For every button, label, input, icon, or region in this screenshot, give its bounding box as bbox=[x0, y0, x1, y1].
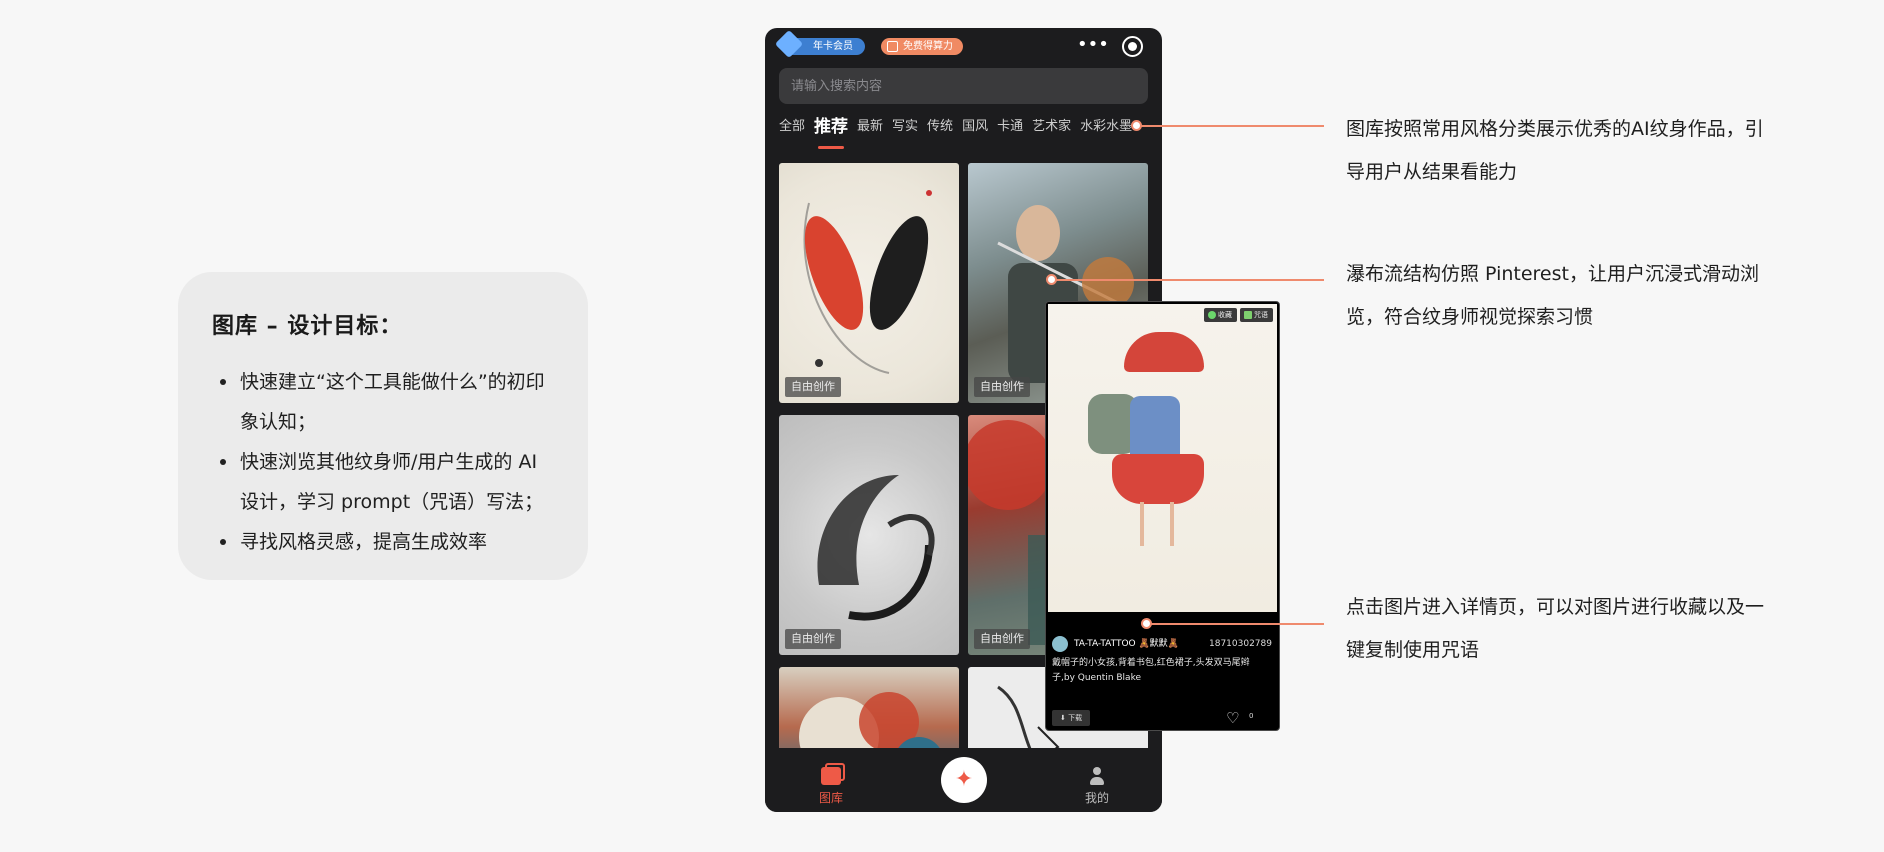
goal-item: 寻找风格灵感，提高生成效率 bbox=[212, 522, 558, 562]
tab-latest[interactable]: 最新 bbox=[857, 116, 883, 138]
user-id: 18710302789 bbox=[1209, 639, 1272, 649]
card-label: 自由创作 bbox=[974, 629, 1030, 649]
more-menu-icon[interactable]: ••• bbox=[1077, 36, 1109, 56]
tab-recommended[interactable]: 推荐 bbox=[814, 116, 848, 149]
card-label: 自由创作 bbox=[974, 377, 1030, 397]
user-icon bbox=[1088, 767, 1106, 785]
username: TA-TA-TATTOO 🧸默默🧸 bbox=[1074, 639, 1179, 649]
detail-meta: TA-TA-TATTOO 🧸默默🧸 18710302789 戴帽子的小女孩,背着… bbox=[1052, 636, 1272, 686]
gallery-card-skull[interactable] bbox=[779, 667, 959, 748]
design-goals-card: 图库 – 设计目标： 快速建立“这个工具能做什么”的初印象认知； 快速浏览其他纹… bbox=[178, 272, 588, 580]
goals-title: 图库 – 设计目标： bbox=[212, 314, 403, 339]
tab-realistic[interactable]: 写实 bbox=[892, 116, 918, 138]
free-credits-label: 免费得算力 bbox=[903, 41, 953, 52]
skull-artwork bbox=[799, 692, 940, 748]
legs-shape bbox=[1140, 502, 1174, 546]
vip-badge[interactable]: 年卡会员 bbox=[774, 29, 865, 59]
annotation-connector bbox=[1146, 623, 1324, 625]
miniprogram-close-icon[interactable] bbox=[1122, 36, 1143, 57]
detail-user-row: TA-TA-TATTOO 🧸默默🧸 18710302789 bbox=[1052, 636, 1272, 652]
tabbar-me[interactable]: 我的 bbox=[1075, 761, 1119, 806]
heart-icon[interactable]: ♡ bbox=[1226, 710, 1242, 726]
bottom-tabbar: 图库 ✦ 我的 bbox=[765, 753, 1162, 812]
annotation-dot bbox=[1131, 120, 1142, 131]
image-detail-popup: 收藏 咒语 TA-TA-TATTOO 🧸默默🧸 18710302789 戴帽子的… bbox=[1045, 301, 1280, 731]
annotation-connector bbox=[1136, 125, 1324, 127]
gallery-icon bbox=[821, 763, 845, 785]
magic-wand-icon: ✦ bbox=[954, 767, 974, 792]
search-input[interactable] bbox=[791, 68, 1136, 104]
tabbar-me-label: 我的 bbox=[1084, 791, 1109, 805]
avatar[interactable] bbox=[1052, 636, 1068, 652]
tab-cartoon[interactable]: 卡通 bbox=[997, 116, 1023, 138]
favorite-chip[interactable]: 收藏 bbox=[1204, 308, 1237, 322]
tab-traditional[interactable]: 传统 bbox=[927, 116, 953, 138]
tab-artist[interactable]: 艺术家 bbox=[1032, 116, 1071, 138]
card-label: 自由创作 bbox=[785, 629, 841, 649]
annotation-text: 图库按照常用风格分类展示优秀的AI纹身作品，引导用户从结果看能力 bbox=[1346, 118, 1764, 183]
goals-list: 快速建立“这个工具能做什么”的初印象认知； 快速浏览其他纹身师/用户生成的 AI… bbox=[212, 362, 558, 562]
annotation-text: 点击图片进入详情页，可以对图片进行收藏以及一键复制使用咒语 bbox=[1346, 596, 1765, 661]
card-label: 自由创作 bbox=[785, 377, 841, 397]
gallery-card-claw[interactable]: 自由创作 bbox=[779, 415, 959, 655]
skirt-shape bbox=[1112, 454, 1204, 504]
free-credits-badge[interactable]: 免费得算力 bbox=[881, 38, 963, 55]
tabbar-gallery[interactable]: 图库 bbox=[809, 761, 853, 806]
category-tabs: 全部 推荐 最新 写实 传统 国风 卡通 艺术家 水彩水墨 bbox=[779, 116, 1148, 152]
diamond-icon bbox=[774, 29, 804, 59]
gallery-card-koi[interactable]: 自由创作 bbox=[779, 163, 959, 403]
annotation-connector bbox=[1051, 279, 1324, 281]
like-count: 0 bbox=[1249, 712, 1254, 720]
tab-chinese-style[interactable]: 国风 bbox=[962, 116, 988, 138]
koi-artwork bbox=[803, 190, 932, 374]
hat-shape bbox=[1124, 332, 1204, 372]
detail-artwork[interactable]: 收藏 咒语 bbox=[1048, 304, 1277, 612]
tabbar-gallery-label: 图库 bbox=[818, 791, 843, 805]
top-bar: 年卡会员 免费得算力 ••• bbox=[765, 28, 1162, 72]
tab-all[interactable]: 全部 bbox=[779, 116, 805, 138]
annotation-dot bbox=[1046, 274, 1057, 285]
goal-item: 快速浏览其他纹身师/用户生成的 AI 设计，学习 prompt（咒语）写法； bbox=[212, 442, 558, 522]
tab-watercolor-ink[interactable]: 水彩水墨 bbox=[1080, 116, 1132, 138]
claw-artwork bbox=[817, 475, 935, 621]
copy-prompt-chip[interactable]: 咒语 bbox=[1240, 308, 1273, 322]
annotation-dot bbox=[1141, 618, 1152, 629]
vip-badge-label: 年卡会员 bbox=[813, 41, 853, 52]
annotation-text: 瀑布流结构仿照 Pinterest，让用户沉浸式滑动浏览，符合纹身师视觉探索习惯 bbox=[1346, 263, 1759, 328]
goal-item: 快速建立“这个工具能做什么”的初印象认知； bbox=[212, 362, 558, 442]
create-magic-wand-button[interactable]: ✦ bbox=[941, 757, 987, 803]
search-bar bbox=[779, 68, 1148, 104]
gift-icon bbox=[887, 41, 898, 52]
prompt-text: 戴帽子的小女孩,背着书包,红色裙子,头发双马尾辫子,by Quentin Bla… bbox=[1052, 658, 1250, 683]
download-button[interactable]: ⬇ 下载 bbox=[1052, 710, 1091, 726]
